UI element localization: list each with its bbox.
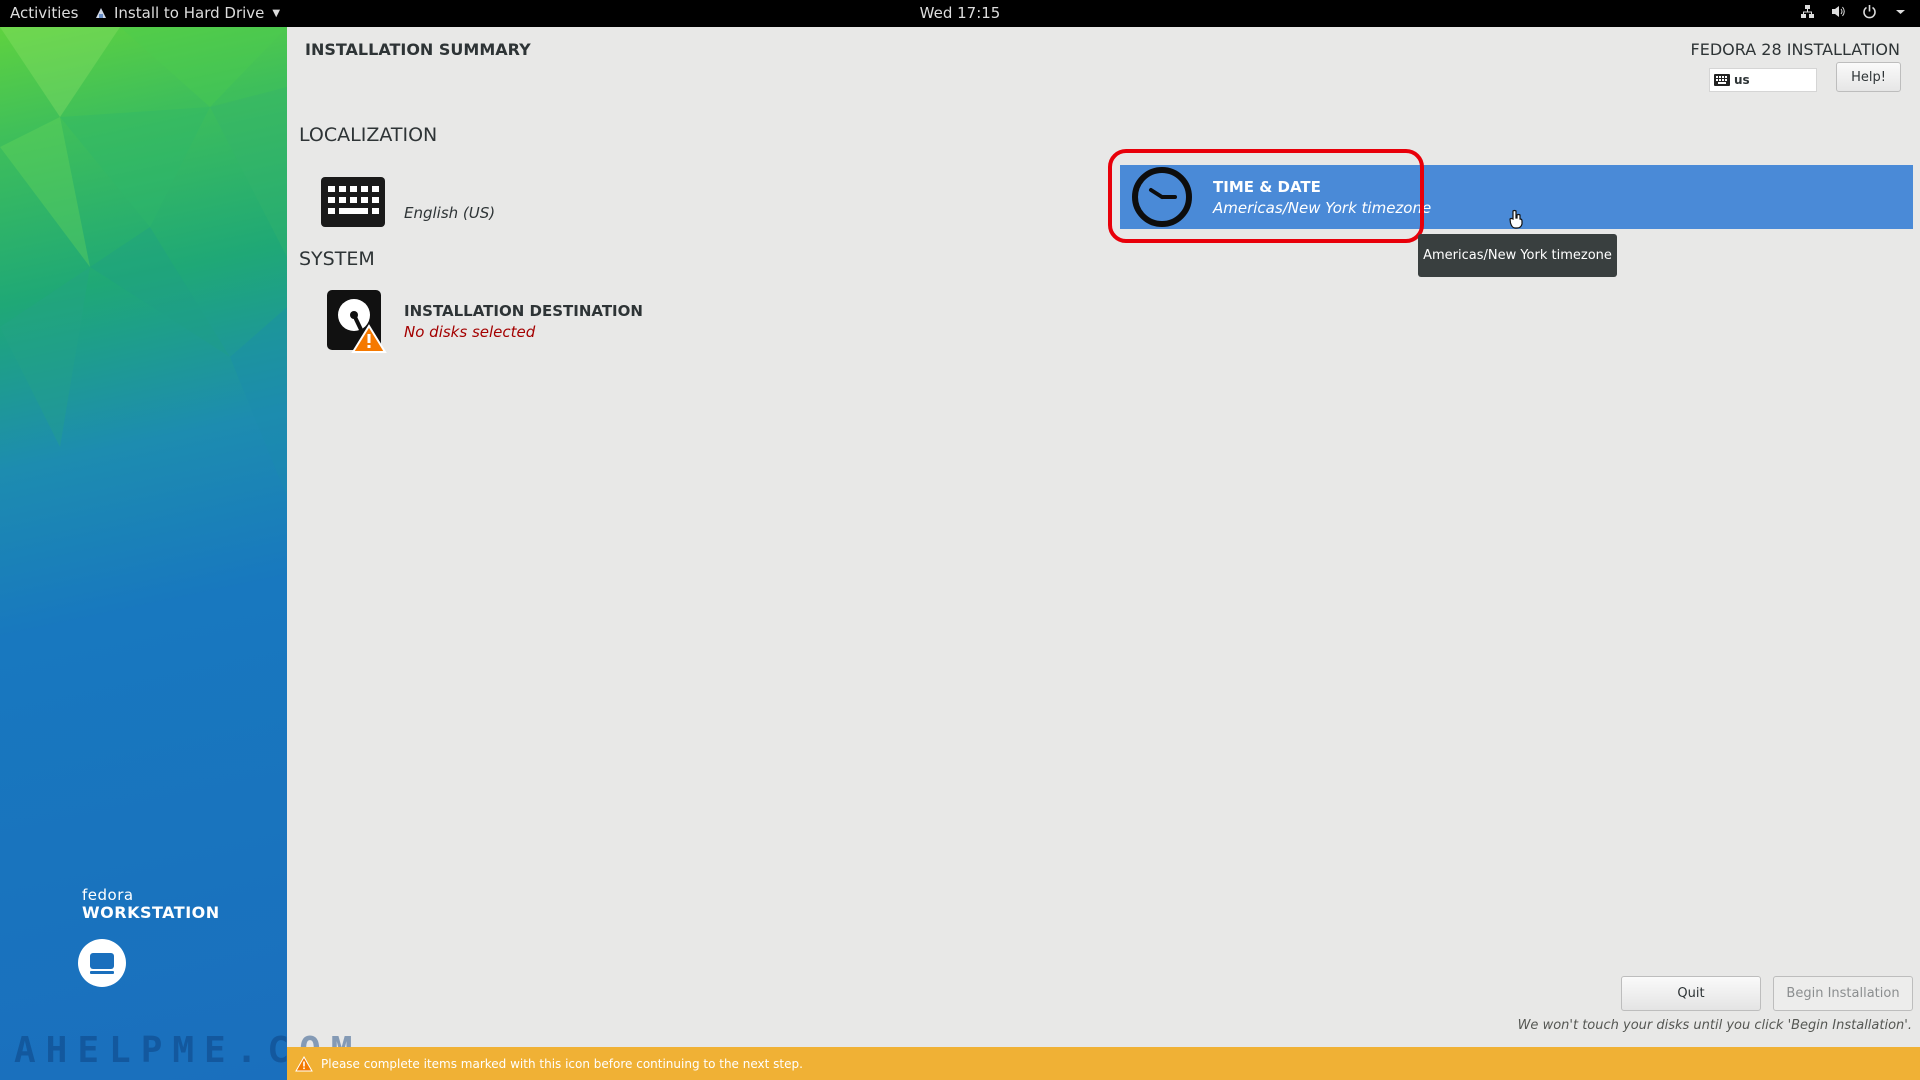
fedora-wordmark: fedora — [82, 886, 134, 904]
time-date-spoke-text: TIME & DATE Americas/New York timezone — [1213, 178, 1431, 217]
sidebar-background-pattern — [0, 27, 287, 497]
clock[interactable]: Wed 17:15 — [920, 4, 1001, 22]
disk-safety-note: We won't touch your disks until you clic… — [1517, 1018, 1912, 1033]
page-title: INSTALLATION SUMMARY — [305, 40, 531, 59]
keyboard-icon — [1714, 74, 1730, 86]
clock-icon — [1132, 167, 1192, 227]
power-icon — [1863, 5, 1876, 19]
chevron-down-icon: ▼ — [272, 7, 281, 19]
top-bar: Activities Install to Hard Drive ▼ Wed 1… — [0, 0, 1920, 27]
product-title: FEDORA 28 INSTALLATION — [1690, 40, 1900, 59]
workstation-wordmark: WORKSTATION — [82, 903, 220, 922]
localization-section-title: LOCALIZATION — [299, 124, 438, 146]
app-menu[interactable]: Install to Hard Drive ▼ — [94, 4, 280, 22]
network-icon — [1801, 5, 1814, 18]
chevron-down-icon — [1896, 10, 1905, 14]
warning-icon — [295, 1055, 313, 1071]
keyboard-icon — [321, 177, 385, 227]
time-date-status: Americas/New York timezone — [1213, 198, 1432, 217]
installation-destination-label: INSTALLATION DESTINATION — [404, 301, 643, 320]
tooltip: Americas/New York timezone — [1418, 234, 1617, 277]
activities-button[interactable]: Activities — [10, 4, 78, 22]
sidebar: fedora WORKSTATION — [0, 27, 287, 1080]
hard-disk-warning-icon — [327, 290, 387, 353]
time-date-label: TIME & DATE — [1213, 177, 1321, 196]
volume-icon — [1832, 6, 1845, 17]
begin-installation-button[interactable]: Begin Installation — [1773, 976, 1913, 1011]
warning-message: Please complete items marked with this i… — [321, 1056, 803, 1071]
system-tray[interactable] — [1800, 4, 1908, 19]
keyboard-spoke-text: English (US) — [404, 183, 495, 222]
installer-icon — [96, 8, 106, 18]
clock-container: Wed 17:15 — [0, 4, 1920, 22]
keyboard-layout-indicator[interactable]: us — [1709, 68, 1817, 92]
installation-destination-spoke[interactable]: INSTALLATION DESTINATION No disks select… — [325, 286, 643, 356]
hand-cursor-icon — [1509, 209, 1523, 229]
keyboard-status: English (US) — [404, 203, 496, 222]
system-section-title: SYSTEM — [299, 248, 375, 270]
quit-button[interactable]: Quit — [1621, 976, 1761, 1011]
app-menu-label: Install to Hard Drive — [114, 4, 265, 22]
keyboard-layout-label: us — [1734, 73, 1750, 87]
keyboard-spoke[interactable]: English (US) — [320, 170, 495, 234]
help-button[interactable]: Help! — [1836, 62, 1901, 92]
warning-bar: Please complete items marked with this i… — [287, 1047, 1920, 1080]
installation-destination-spoke-text: INSTALLATION DESTINATION No disks select… — [404, 302, 643, 341]
installation-destination-status: No disks selected — [404, 322, 536, 341]
workstation-logo-icon — [78, 939, 126, 987]
